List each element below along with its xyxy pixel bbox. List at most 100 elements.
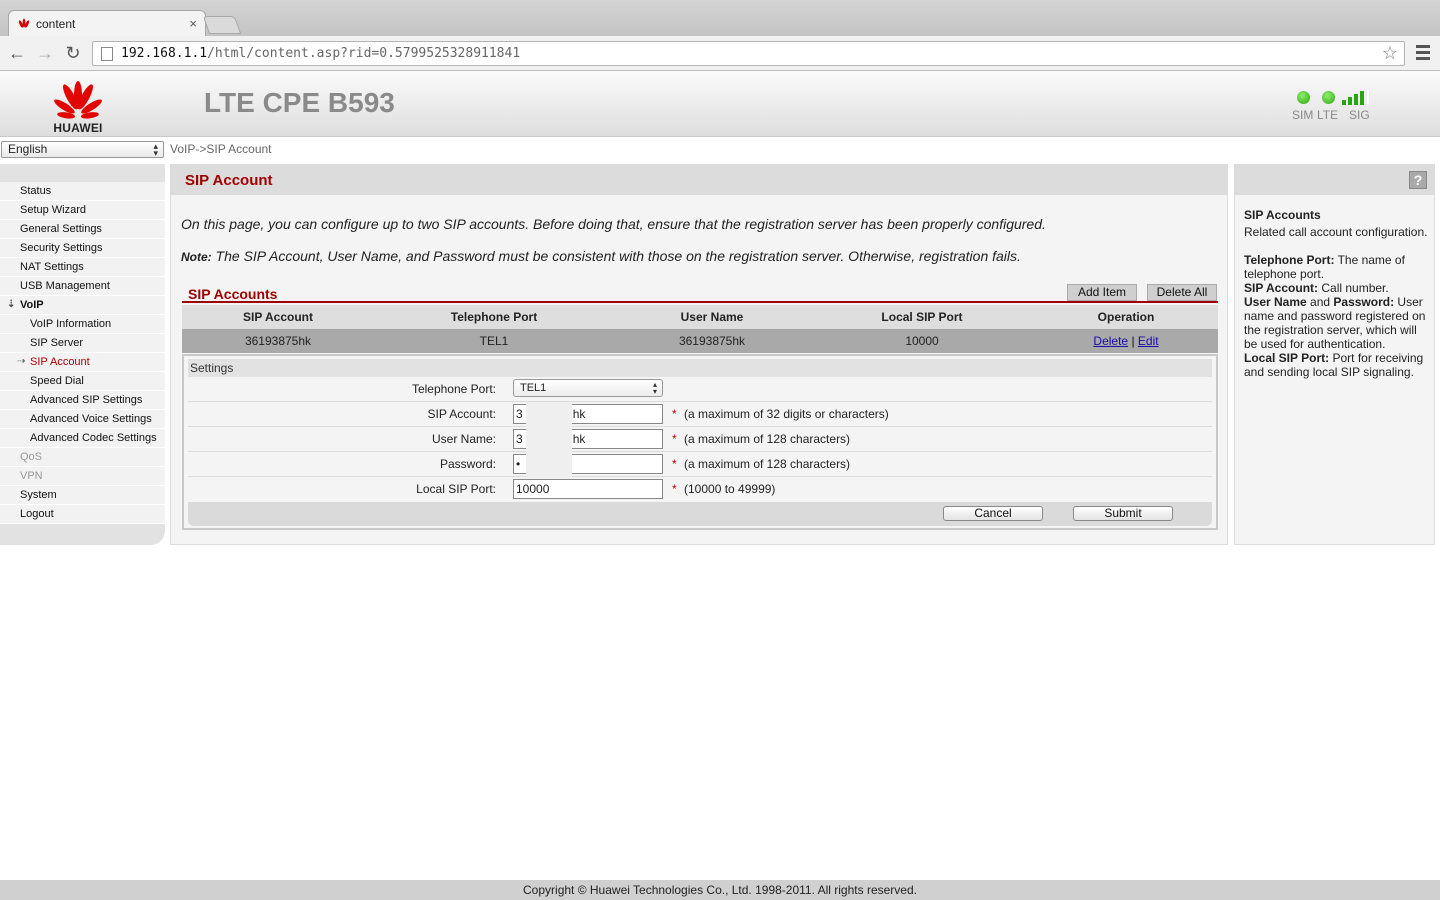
sidebar-item-system[interactable]: System	[0, 486, 165, 505]
router-header: HUAWEI LTE CPE B593 SIM LTE SIG	[0, 71, 1440, 137]
lte-led-icon	[1322, 91, 1335, 104]
sidebar-item-setup-wizard[interactable]: Setup Wizard	[0, 201, 165, 220]
telephone-port-value: TEL1	[520, 382, 547, 394]
sidebar-item-sip-server[interactable]: SIP Server	[0, 334, 165, 353]
local-sip-port-input[interactable]: 10000	[513, 479, 663, 499]
sidebar-item-advanced-sip-settings[interactable]: Advanced SIP Settings	[0, 391, 165, 410]
sim-label: SIM	[1292, 108, 1314, 122]
user-name-label: User Name:	[431, 432, 496, 446]
sidebar-item-usb-management[interactable]: USB Management	[0, 277, 165, 296]
status-indicators: SIM LTE SIG	[1290, 89, 1400, 129]
user-name-input[interactable]: 3 hk	[513, 427, 663, 453]
intro-text: On this page, you can configure up to tw…	[181, 216, 1046, 232]
sidebar-item-voip-information[interactable]: VoIP Information	[0, 315, 165, 334]
sidebar-item-nat-settings[interactable]: NAT Settings	[0, 258, 165, 277]
page-icon	[101, 46, 113, 61]
sidebar-item-status[interactable]: Status	[0, 182, 165, 201]
tab-title: content	[36, 16, 76, 31]
telephone-port-row: Telephone Port: TEL1 ▴ ▾	[188, 377, 1212, 402]
local-sip-port-label: Local SIP Port:	[416, 482, 496, 496]
help-local-sip-port: Local SIP Port: Port for receiving and s…	[1244, 351, 1424, 379]
cell-sip-account: 36193875hk	[244, 334, 312, 348]
submit-button[interactable]: Submit	[1073, 506, 1173, 521]
lte-label: LTE	[1317, 108, 1339, 122]
sip-account-row: SIP Account: 3 hk * (a maximum of 32 digi…	[188, 402, 1212, 428]
browser-menu-icon[interactable]	[1416, 45, 1430, 63]
password-input[interactable]: •	[513, 452, 663, 478]
telephone-port-select[interactable]: TEL1 ▴ ▾	[513, 379, 663, 397]
help-bar: ?	[1235, 165, 1434, 195]
sidebar-item-voip[interactable]: ⇣ VoIP	[0, 296, 165, 315]
signal-bars-icon	[1342, 89, 1376, 105]
password-hint: (a maximum of 128 characters)	[684, 457, 851, 471]
reload-icon[interactable]: ↻	[62, 42, 84, 64]
new-tab-button[interactable]	[202, 16, 242, 34]
sidebar-item-qos: QoS	[0, 448, 165, 467]
tab-close-icon[interactable]: ×	[189, 16, 197, 31]
password-row: Password: • * (a maximum of 128 characte…	[188, 452, 1212, 478]
help-question-icon[interactable]: ?	[1409, 171, 1427, 189]
cancel-button[interactable]: Cancel	[943, 506, 1043, 521]
note-body: The SIP Account, User Name, and Password…	[211, 248, 1021, 264]
main-title-bar: SIP Account	[171, 165, 1227, 195]
col-sip-account: SIP Account	[242, 310, 313, 324]
sidebar-item-logout[interactable]: Logout	[0, 505, 165, 524]
sidebar-item-vpn: VPN	[0, 467, 165, 486]
user-name-row: User Name: 3 hk * (a maximum of 128 chara…	[188, 427, 1212, 453]
telephone-port-label: Telephone Port:	[411, 382, 496, 396]
sidebar-item-speed-dial[interactable]: Speed Dial	[0, 372, 165, 391]
help-user-password: User Name and Password: User name and pa…	[1244, 295, 1426, 351]
section-divider	[182, 301, 1218, 303]
huawei-logo: HUAWEI	[46, 77, 110, 135]
sidebar-item-advanced-voice-settings[interactable]: Advanced Voice Settings	[0, 410, 165, 429]
huawei-favicon-icon	[18, 18, 30, 28]
note-text: Note: The SIP Account, User Name, and Pa…	[181, 248, 1021, 264]
copyright-footer: Copyright © Huawei Technologies Co., Ltd…	[0, 880, 1440, 900]
settings-form: Settings Telephone Port: TEL1 ▴ ▾ SIP Acc…	[182, 354, 1218, 530]
required-mark: *	[672, 457, 677, 471]
sidebar: Status Setup Wizard General Settings Sec…	[0, 164, 165, 545]
current-arrow-icon: ⇢	[17, 356, 26, 367]
delete-all-button[interactable]: Delete All	[1147, 284, 1217, 301]
sip-account-input[interactable]: 3 hk	[513, 402, 663, 428]
sip-account-label: SIP Account:	[427, 407, 497, 421]
back-arrow-icon[interactable]: ←	[6, 42, 28, 64]
help-title: SIP Accounts	[1244, 208, 1321, 222]
cell-user-name: 36193875hk	[678, 334, 746, 348]
select-arrows-icon: ▴ ▾	[652, 380, 657, 396]
required-mark: *	[672, 407, 677, 421]
sidebar-item-security-settings[interactable]: Security Settings	[0, 239, 165, 258]
sidebar-item-advanced-codec-settings[interactable]: Advanced Codec Settings	[0, 429, 165, 448]
expand-arrow-icon: ⇣	[7, 299, 16, 310]
required-mark: *	[672, 482, 677, 496]
col-user-name: User Name	[680, 310, 744, 324]
help-telephone-port: Telephone Port: The name of telephone po…	[1244, 253, 1405, 281]
bookmark-star-icon[interactable]: ☆	[1382, 43, 1398, 64]
edit-link[interactable]: Edit	[1138, 334, 1159, 348]
language-select[interactable]: English ▴ ▾	[1, 141, 164, 158]
password-label: Password:	[439, 457, 496, 471]
cell-local-sip-port: 10000	[905, 334, 939, 348]
browser-tabstrip: content ×	[0, 0, 1440, 36]
url-host: 192.168.1.1	[121, 46, 208, 61]
page-title: SIP Account	[185, 172, 273, 189]
table-row: 36193875hk TEL1 36193875hk 10000 Delete …	[182, 329, 1218, 353]
delete-link[interactable]: Delete	[1093, 334, 1128, 348]
col-operation: Operation	[1097, 310, 1155, 324]
form-footer: Cancel Submit	[188, 502, 1212, 526]
col-telephone-port: Telephone Port	[450, 310, 538, 324]
cell-operation: Delete | Edit	[1034, 329, 1218, 353]
redaction-blur	[526, 452, 572, 478]
address-bar[interactable]: 192.168.1.1 /html/content.asp?rid=0.5799…	[92, 41, 1405, 66]
link-separator: |	[1131, 334, 1135, 348]
browser-tab[interactable]: content ×	[8, 10, 206, 36]
sidebar-item-general-settings[interactable]: General Settings	[0, 220, 165, 239]
col-local-sip-port: Local SIP Port	[881, 310, 963, 324]
add-item-button[interactable]: Add Item	[1067, 284, 1137, 301]
product-title: LTE CPE B593	[204, 87, 395, 118]
forward-arrow-icon[interactable]: →	[34, 42, 56, 64]
sip-account-hint: (a maximum of 32 digits or characters)	[684, 407, 889, 421]
help-sip-account: SIP Account: Call number.	[1244, 281, 1389, 295]
huawei-flower-icon	[54, 81, 102, 119]
sidebar-item-sip-account[interactable]: ⇢ SIP Account	[0, 353, 165, 372]
